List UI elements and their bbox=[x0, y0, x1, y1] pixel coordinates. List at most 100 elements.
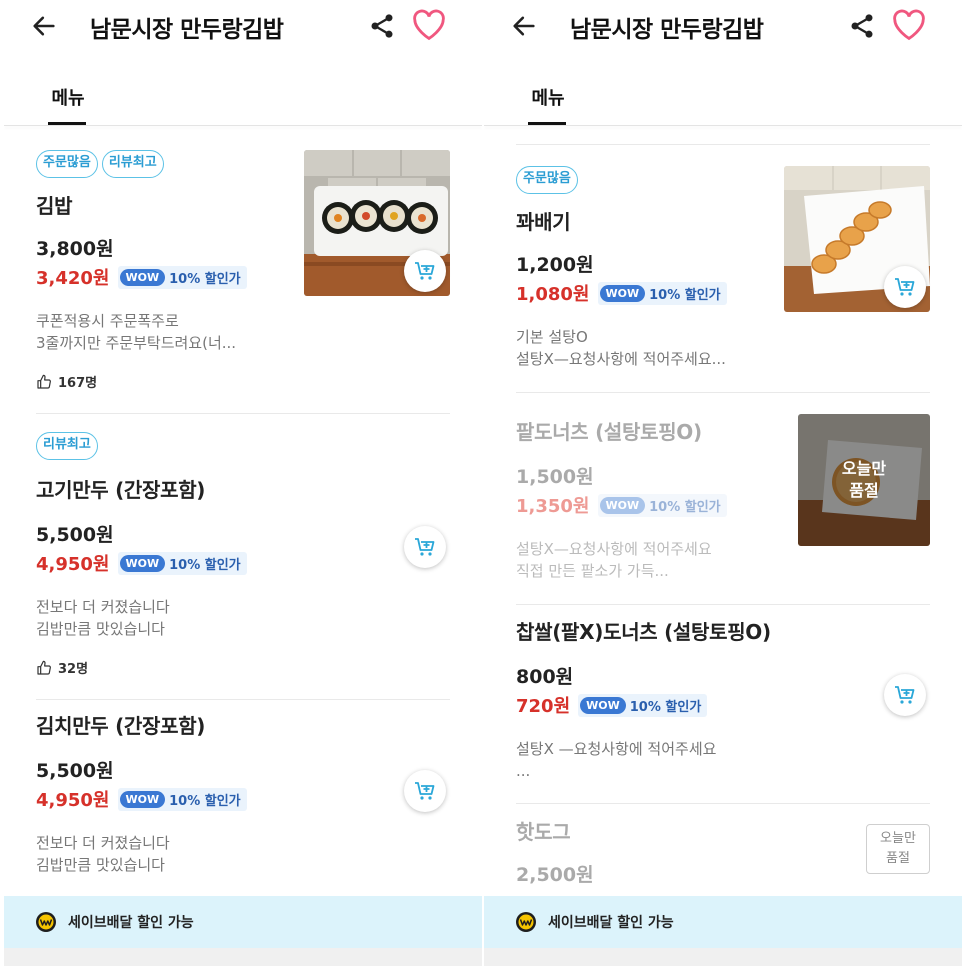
item-divider bbox=[36, 413, 450, 414]
share-icon[interactable] bbox=[848, 12, 876, 40]
item-divider bbox=[516, 144, 930, 145]
item-description: 전보다 더 커졌습니다 김밥만큼 맛있습니다 bbox=[36, 832, 170, 876]
safe-delivery-label: 세이브배달 할인 가능 bbox=[548, 915, 674, 931]
safe-delivery-icon bbox=[516, 912, 536, 932]
badge-group: 주문많음 리뷰최고 bbox=[36, 150, 164, 178]
likes-label: 167명 bbox=[58, 376, 98, 391]
add-to-cart-button[interactable] bbox=[884, 266, 926, 308]
soldout-line: 품절 bbox=[849, 481, 879, 500]
heart-icon[interactable] bbox=[892, 9, 926, 41]
item-description: 기본 설탕O 설탕X—요청사항에 적어주세요... bbox=[516, 326, 726, 370]
likes-count: 32명 bbox=[36, 658, 88, 677]
back-arrow-icon[interactable] bbox=[30, 12, 58, 40]
item-divider bbox=[516, 392, 930, 393]
sale-row: 4,950원 WOW 10% 할인가 bbox=[36, 786, 247, 812]
menu-item-twisted-donut[interactable]: 주문많음 꽈배기 1,200원 1,080원 WOW 10% 할인가 기본 설탕… bbox=[516, 166, 930, 392]
add-to-cart-button[interactable] bbox=[404, 250, 446, 292]
badge-popular: 주문많음 bbox=[36, 150, 98, 178]
store-title: 남문시장 만두랑김밥 bbox=[90, 17, 284, 43]
add-to-cart-button[interactable] bbox=[884, 674, 926, 716]
desc-line: 설탕X—요청사항에 적어주세요 bbox=[516, 540, 712, 558]
screen-left: 남문시장 만두랑김밥 메뉴 주문많음 리뷰최고 김밥 3,800원 3,420원… bbox=[4, 0, 482, 966]
desc-line: 김밥만큼 맛있습니다 bbox=[36, 620, 165, 638]
menu-item-meat-dumpling[interactable]: 리뷰최고 고기만두 (간장포함) 5,500원 4,950원 WOW 10% 할… bbox=[36, 432, 450, 694]
back-arrow-icon[interactable] bbox=[510, 12, 538, 40]
tab-menu[interactable]: 메뉴 bbox=[48, 84, 88, 110]
item-name: 꽈배기 bbox=[516, 210, 571, 234]
menu-list[interactable]: 주문많음 리뷰최고 김밥 3,800원 3,420원 WOW 10% 할인가 쿠… bbox=[4, 126, 482, 896]
badge-top-review: 리뷰최고 bbox=[36, 432, 98, 460]
menu-item-redbean-donut[interactable]: 팥도너츠 (설탕토핑O) 1,500원 1,350원 WOW 10% 할인가 설… bbox=[516, 414, 930, 594]
bottom-spacer bbox=[4, 948, 482, 966]
likes-label: 32명 bbox=[58, 662, 89, 677]
desc-line: ... bbox=[516, 762, 531, 780]
share-icon[interactable] bbox=[368, 12, 396, 40]
safe-delivery-banner[interactable]: 세이브배달 할인 가능 bbox=[4, 896, 482, 948]
thumbs-up-icon bbox=[37, 660, 51, 675]
heart-icon[interactable] bbox=[412, 9, 446, 41]
discount-label: 10% 할인가 bbox=[649, 499, 721, 515]
top-bar: 남문시장 만두랑김밥 bbox=[484, 0, 962, 56]
menu-item-glutinous-donut[interactable]: 찹쌀(팥X)도너츠 (설탕토핑O) 800원 720원 WOW 10% 할인가 … bbox=[516, 616, 930, 796]
item-name: 김치만두 (간장포함) bbox=[36, 714, 206, 738]
badge-top-review: 리뷰최고 bbox=[101, 150, 164, 178]
safe-delivery-icon bbox=[36, 912, 56, 932]
safe-delivery-banner[interactable]: 세이브배달 할인 가능 bbox=[484, 896, 962, 948]
cart-add-icon bbox=[895, 686, 915, 704]
item-name: 김밥 bbox=[36, 194, 73, 218]
cart-add-icon bbox=[415, 262, 435, 280]
soldout-box: 오늘만 품절 bbox=[866, 824, 930, 874]
add-to-cart-button[interactable] bbox=[404, 526, 446, 568]
item-description: 설탕X —요청사항에 적어주세요 ... bbox=[516, 738, 716, 782]
screen-right: 남문시장 만두랑김밥 메뉴 주문많음 꽈배기 1,200원 1,080원 WOW… bbox=[484, 0, 962, 966]
soldout-line: 품절 bbox=[886, 851, 910, 866]
wow-discount-tag: WOW 10% 할인가 bbox=[117, 265, 247, 289]
menu-item-kimbap[interactable]: 주문많음 리뷰최고 김밥 3,800원 3,420원 WOW 10% 할인가 쿠… bbox=[36, 150, 450, 412]
menu-list[interactable]: 주문많음 꽈배기 1,200원 1,080원 WOW 10% 할인가 기본 설탕… bbox=[484, 126, 962, 896]
desc-line: 쿠폰적용시 주문폭주로 bbox=[36, 312, 179, 330]
discount-label: 10% 할인가 bbox=[649, 287, 721, 303]
desc-line: 기본 설탕O bbox=[516, 328, 588, 346]
redbean-donut-photo[interactable]: 오늘만 품절 bbox=[798, 414, 930, 546]
wow-badge: WOW bbox=[599, 496, 646, 514]
menu-item-kimchi-dumpling[interactable]: 김치만두 (간장포함) 5,500원 4,950원 WOW 10% 할인가 전보… bbox=[36, 710, 450, 896]
discount-label: 10% 할인가 bbox=[169, 271, 241, 287]
sale-price: 4,950원 bbox=[36, 790, 110, 811]
desc-line: 직접 만든 팥소가 가득... bbox=[516, 562, 669, 580]
add-to-cart-button[interactable] bbox=[404, 770, 446, 812]
cart-add-icon bbox=[895, 278, 915, 296]
sale-row: 4,950원 WOW 10% 할인가 bbox=[36, 550, 247, 576]
store-title: 남문시장 만두랑김밥 bbox=[570, 17, 764, 43]
sale-row: 1,350원 WOW 10% 할인가 bbox=[516, 492, 727, 518]
sale-price: 1,080원 bbox=[516, 284, 590, 305]
soldout-line: 오늘만 bbox=[880, 831, 916, 846]
sale-row: 1,080원 WOW 10% 할인가 bbox=[516, 280, 727, 306]
discount-label: 10% 할인가 bbox=[629, 699, 702, 715]
item-name: 고기만두 (간장포함) bbox=[36, 478, 206, 502]
cart-add-icon bbox=[415, 782, 435, 800]
item-price: 800원 bbox=[516, 666, 574, 688]
item-name: 팥도너츠 (설탕토핑O) bbox=[516, 420, 702, 444]
item-price: 2,500원 bbox=[516, 864, 594, 886]
menu-item-hotdog[interactable]: 핫도그 2,500원 오늘만 품절 bbox=[516, 816, 930, 896]
discount-label: 10% 할인가 bbox=[169, 793, 241, 809]
desc-line: 전보다 더 커졌습니다 bbox=[36, 598, 170, 616]
desc-line: 설탕X —요청사항에 적어주세요 bbox=[516, 740, 717, 758]
cart-add-icon bbox=[415, 538, 435, 556]
item-price: 5,500원 bbox=[36, 760, 114, 782]
wow-discount-tag: WOW 10% 할인가 bbox=[117, 787, 247, 811]
item-name: 핫도그 bbox=[516, 820, 571, 844]
sale-row: 3,420원 WOW 10% 할인가 bbox=[36, 264, 247, 290]
desc-line: 설탕X—요청사항에 적어주세요... bbox=[516, 350, 726, 368]
wow-discount-tag: WOW 10% 할인가 bbox=[117, 551, 247, 575]
sale-price: 4,950원 bbox=[36, 554, 110, 575]
bottom-spacer bbox=[484, 948, 962, 966]
desc-line: 김밥만큼 맛있습니다 bbox=[36, 856, 165, 874]
badge-group: 주문많음 bbox=[516, 166, 578, 194]
wow-badge: WOW bbox=[580, 696, 626, 714]
tab-menu[interactable]: 메뉴 bbox=[528, 84, 568, 110]
wow-badge: WOW bbox=[119, 554, 166, 572]
desc-line: 전보다 더 커졌습니다 bbox=[36, 834, 170, 852]
discount-label: 10% 할인가 bbox=[169, 557, 241, 573]
item-divider bbox=[36, 699, 450, 700]
